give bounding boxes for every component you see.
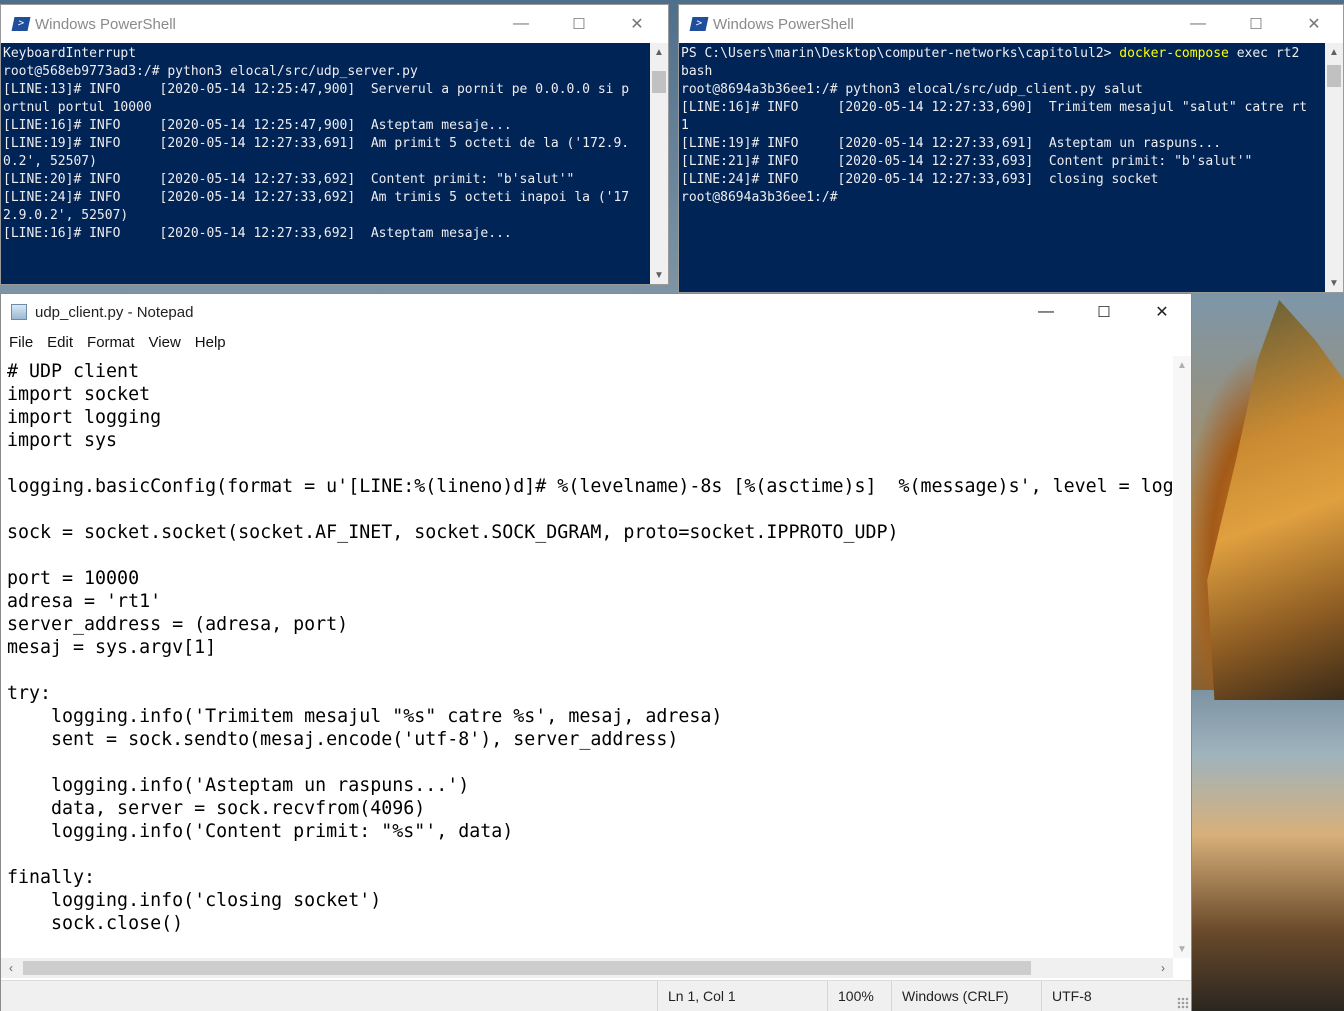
prompt-command: docker-compose (1119, 46, 1229, 61)
terminal-line: 2.9.0.2', 52507) (3, 208, 129, 223)
terminal-line: KeyboardInterrupt (3, 46, 137, 61)
scroll-right-icon[interactable]: › (1153, 958, 1173, 978)
scroll-left-icon[interactable]: ‹ (1, 958, 21, 978)
terminal-line: [LINE:19]# INFO [2020-05-14 12:27:33,691… (681, 136, 1222, 151)
menu-view[interactable]: View (149, 334, 181, 351)
terminal-line: ortnul portul 10000 (3, 100, 152, 115)
scroll-up-icon[interactable]: ▲ (1173, 356, 1191, 374)
terminal-line: [LINE:16]# INFO [2020-05-14 12:27:33,692… (3, 226, 512, 241)
scroll-up-icon[interactable]: ▲ (1325, 43, 1343, 61)
title-bar[interactable]: udp_client.py - Notepad — ☐ ✕ (1, 294, 1191, 330)
window-title: Windows PowerShell (35, 15, 176, 33)
terminal-line: root@8694a3b36ee1:/# (681, 190, 838, 205)
powershell-window-right[interactable]: > Windows PowerShell — ☐ ✕ PS C:\Users\m… (678, 4, 1344, 293)
menu-help[interactable]: Help (195, 334, 226, 351)
scroll-thumb[interactable] (23, 961, 1031, 975)
status-encoding: UTF-8 (1041, 981, 1191, 1011)
minimize-button[interactable]: — (492, 5, 550, 43)
terminal-line: 1 (681, 118, 689, 133)
vertical-scrollbar[interactable]: ▲ ▼ (1325, 43, 1343, 292)
title-bar[interactable]: > Windows PowerShell — ☐ ✕ (1, 5, 668, 43)
terminal-line: [LINE:21]# INFO [2020-05-14 12:27:33,693… (681, 154, 1253, 169)
status-position: Ln 1, Col 1 (657, 981, 827, 1011)
terminal-body[interactable]: KeyboardInterrupt root@568eb9773ad3:/# py… (1, 43, 650, 284)
menu-edit[interactable]: Edit (47, 334, 73, 351)
scroll-up-icon[interactable]: ▲ (650, 43, 668, 61)
scroll-down-icon[interactable]: ▼ (1325, 274, 1343, 292)
terminal-line: [LINE:16]# INFO [2020-05-14 12:25:47,900… (3, 118, 512, 133)
terminal-line: [LINE:13]# INFO [2020-05-14 12:25:47,900… (3, 82, 630, 97)
notepad-icon (11, 304, 27, 320)
prompt-args: exec rt2 (1228, 46, 1300, 61)
title-bar[interactable]: > Windows PowerShell — ☐ ✕ (679, 5, 1343, 43)
minimize-button[interactable]: — (1017, 294, 1075, 330)
maximize-button[interactable]: ☐ (1227, 5, 1285, 43)
status-bar: Ln 1, Col 1 100% Windows (CRLF) UTF-8 (1, 980, 1191, 1011)
terminal-line: root@568eb9773ad3:/# python3 elocal/src/… (3, 64, 418, 79)
notepad-window[interactable]: udp_client.py - Notepad — ☐ ✕ File Edit … (0, 293, 1192, 1011)
terminal-line: bash (681, 64, 713, 79)
terminal-line: 0.2', 52507) (3, 154, 97, 169)
maximize-button[interactable]: ☐ (1075, 294, 1133, 330)
close-button[interactable]: ✕ (608, 5, 666, 43)
terminal-line: [LINE:24]# INFO [2020-05-14 12:27:33,692… (3, 190, 630, 205)
minimize-button[interactable]: — (1169, 5, 1227, 43)
wallpaper-sea (1192, 690, 1344, 1011)
editor-content[interactable]: # UDP client import socket import loggin… (1, 356, 1173, 935)
prompt-path: PS C:\Users\marin\Desktop\computer-netwo… (681, 46, 1120, 61)
terminal-line: [LINE:24]# INFO [2020-05-14 12:27:33,693… (681, 172, 1159, 187)
window-title: Windows PowerShell (713, 15, 854, 33)
menu-file[interactable]: File (9, 334, 33, 351)
status-zoom: 100% (827, 981, 891, 1011)
horizontal-scrollbar[interactable]: ‹ › (1, 958, 1173, 978)
scroll-down-icon[interactable]: ▼ (1173, 940, 1191, 958)
scroll-thumb[interactable] (1327, 65, 1341, 87)
terminal-lines: bash root@8694a3b36ee1:/# python3 elocal/… (681, 63, 1325, 207)
vertical-scrollbar[interactable]: ▲ ▼ (1173, 356, 1191, 958)
powershell-icon: > (11, 17, 31, 31)
resize-grip-icon[interactable] (1177, 997, 1189, 1009)
terminal-output: KeyboardInterrupt root@568eb9773ad3:/# py… (1, 43, 650, 243)
scroll-down-icon[interactable]: ▼ (650, 266, 668, 284)
vertical-scrollbar[interactable]: ▲ ▼ (650, 43, 668, 284)
terminal-line: root@8694a3b36ee1:/# python3 elocal/src/… (681, 82, 1143, 97)
status-line-endings: Windows (CRLF) (891, 981, 1041, 1011)
terminal-output: PS C:\Users\marin\Desktop\computer-netwo… (679, 43, 1325, 207)
terminal-body[interactable]: PS C:\Users\marin\Desktop\computer-netwo… (679, 43, 1325, 292)
terminal-line: [LINE:20]# INFO [2020-05-14 12:27:33,692… (3, 172, 575, 187)
close-button[interactable]: ✕ (1285, 5, 1343, 43)
menu-format[interactable]: Format (87, 334, 135, 351)
window-title: udp_client.py - Notepad (35, 303, 194, 321)
text-editor[interactable]: # UDP client import socket import loggin… (1, 356, 1173, 958)
scroll-thumb[interactable] (652, 71, 666, 93)
terminal-line: [LINE:16]# INFO [2020-05-14 12:27:33,690… (681, 100, 1308, 115)
powershell-window-left[interactable]: > Windows PowerShell — ☐ ✕ KeyboardInter… (0, 4, 669, 285)
terminal-line: [LINE:19]# INFO [2020-05-14 12:27:33,691… (3, 136, 630, 151)
powershell-icon: > (689, 17, 709, 31)
maximize-button[interactable]: ☐ (550, 5, 608, 43)
menu-bar: File Edit Format View Help (1, 330, 1191, 354)
close-button[interactable]: ✕ (1133, 294, 1191, 330)
